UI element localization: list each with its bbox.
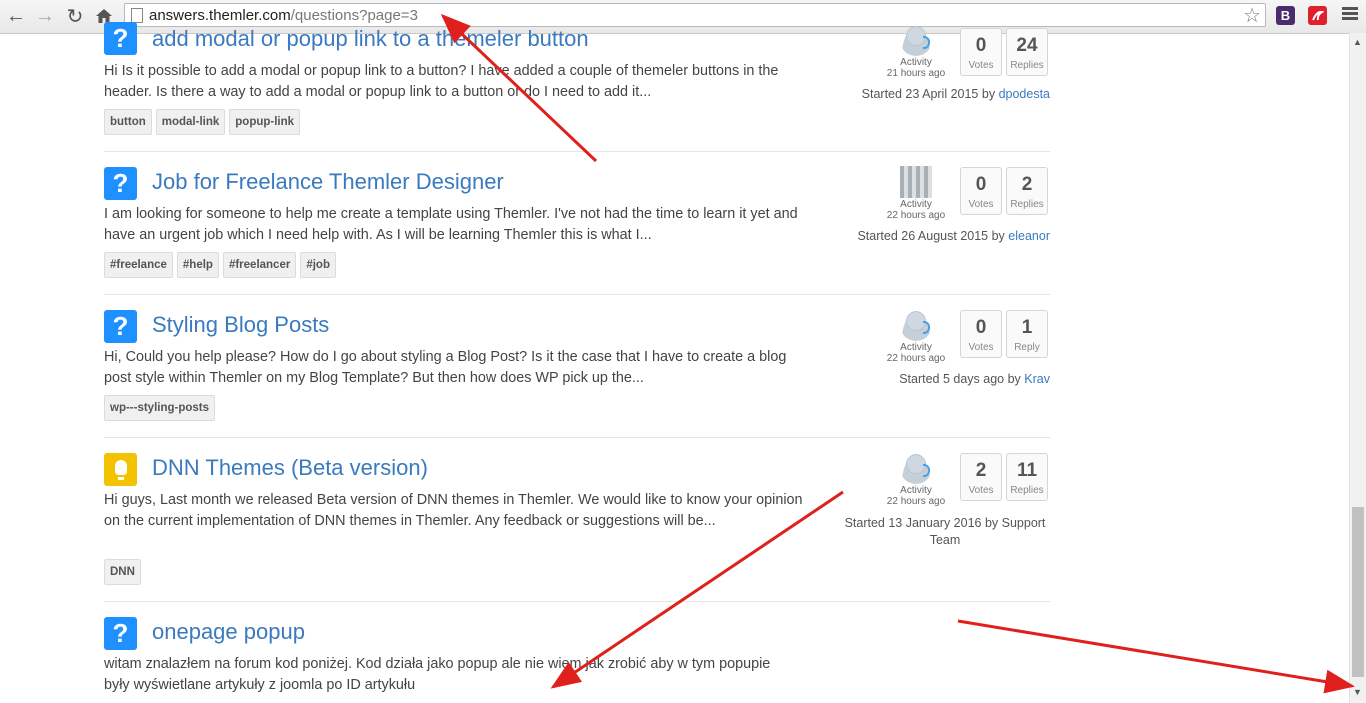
- votes-count: 0 Votes: [960, 310, 1002, 358]
- votes-number: 2: [975, 460, 987, 481]
- votes-label: Votes: [968, 60, 994, 71]
- topic-excerpt: witam znalazłem na forum kod poniżej. Ko…: [104, 656, 771, 693]
- tag[interactable]: button: [104, 109, 152, 135]
- votes-number: 0: [975, 35, 987, 56]
- activity: Activity 22 hours ago: [884, 309, 948, 364]
- replies-label: Reply: [1014, 342, 1040, 353]
- activity-label: Activity: [900, 342, 932, 353]
- topic-row: ? add modal or popup link to a themeler …: [104, 0, 1050, 152]
- votes-count: 0 Votes: [960, 28, 1002, 76]
- scroll-up-icon[interactable]: ▲: [1353, 37, 1362, 47]
- started-text: Started 26 August 2015 by: [857, 229, 1005, 243]
- started-text: Started 23 April 2015 by: [861, 87, 996, 101]
- activity: Activity 22 hours ago: [884, 452, 948, 507]
- activity: Activity 21 hours ago: [884, 24, 948, 79]
- lightbulb-icon: [104, 453, 137, 486]
- started-info: Started 23 April 2015 by dpodesta: [862, 87, 1050, 101]
- activity-label: Activity: [900, 485, 932, 496]
- activity-label: Activity: [900, 57, 932, 68]
- topic-excerpt: Hi guys, Last month we released Beta ver…: [104, 492, 803, 529]
- author-link[interactable]: eleanor: [1008, 229, 1050, 243]
- replies-count: 2 Replies: [1006, 167, 1048, 215]
- tag[interactable]: popup-link: [229, 109, 301, 135]
- started-text: Started 5 days ago by: [899, 372, 1021, 386]
- activity-time: 22 hours ago: [886, 353, 946, 364]
- tag[interactable]: #freelancer: [222, 252, 297, 278]
- started-info: Started 26 August 2015 by eleanor: [857, 229, 1050, 243]
- votes-count: 2 Votes: [960, 453, 1002, 501]
- activity-time: 22 hours ago: [886, 210, 946, 221]
- topic-excerpt: I am looking for someone to help me crea…: [104, 206, 798, 243]
- activity-label: Activity: [900, 199, 932, 210]
- started-info: Started 5 days ago by Krav: [899, 372, 1050, 386]
- votes-count: 0 Votes: [960, 167, 1002, 215]
- votes-number: 0: [975, 174, 987, 195]
- tag[interactable]: #job: [300, 252, 336, 278]
- author-link[interactable]: dpodesta: [999, 87, 1050, 101]
- replies-count: 1 Reply: [1006, 310, 1048, 358]
- topic-row: ? Job for Freelance Themler Designer I a…: [104, 152, 1050, 295]
- votes-label: Votes: [968, 199, 994, 210]
- topic-title[interactable]: add modal or popup link to a themeler bu…: [152, 26, 589, 52]
- tag-list: DNN: [104, 559, 141, 585]
- author-link[interactable]: Krav: [1024, 372, 1050, 386]
- arrow-right-icon[interactable]: →: [33, 4, 57, 28]
- tag[interactable]: #help: [176, 252, 219, 278]
- topic-title[interactable]: Styling Blog Posts: [152, 312, 329, 338]
- vertical-scrollbar[interactable]: ▲ ▼: [1349, 33, 1366, 703]
- arrow-left-icon[interactable]: ←: [4, 4, 28, 28]
- activity-time: 22 hours ago: [886, 496, 946, 507]
- tag-list: button modal-link popup-link: [104, 109, 301, 135]
- topic-row: ? Styling Blog Posts Hi, Could you help …: [104, 295, 1050, 438]
- avatar[interactable]: [900, 309, 932, 341]
- tag[interactable]: #freelance: [104, 252, 173, 278]
- replies-number: 2: [1021, 174, 1033, 195]
- topic-title[interactable]: onepage popup: [152, 619, 305, 645]
- replies-count: 11 Replies: [1006, 453, 1048, 501]
- reload-icon[interactable]: ↻: [63, 4, 87, 28]
- star-icon[interactable]: ☆: [1243, 3, 1261, 28]
- replies-count: 24 Replies: [1006, 28, 1048, 76]
- votes-label: Votes: [968, 485, 994, 496]
- topic-row: DNN Themes (Beta version) Hi guys, Last …: [104, 438, 1050, 602]
- extension-b-icon[interactable]: B: [1276, 6, 1295, 25]
- question-icon: ?: [104, 22, 137, 55]
- started-info: Started 13 January 2016 by Support Team: [844, 516, 1046, 547]
- hamburger-menu-icon[interactable]: [1342, 7, 1358, 23]
- replies-number: 11: [1016, 460, 1038, 481]
- avatar[interactable]: [900, 166, 932, 198]
- tag-list: wp---styling-posts: [104, 395, 216, 421]
- replies-number: 1: [1021, 317, 1033, 338]
- topic-excerpt: Hi Is it possible to add a modal or popu…: [104, 63, 779, 100]
- activity: Activity 22 hours ago: [884, 166, 948, 221]
- topic-excerpt: Hi, Could you help please? How do I go a…: [104, 349, 787, 386]
- question-icon: ?: [104, 617, 137, 650]
- votes-label: Votes: [968, 342, 994, 353]
- tag-list: #freelance #help #freelancer #job: [104, 252, 336, 278]
- replies-number: 24: [1016, 35, 1038, 56]
- avatar[interactable]: [900, 452, 932, 484]
- question-icon: ?: [104, 310, 137, 343]
- activity-time: 21 hours ago: [886, 68, 946, 79]
- topic-row: ? onepage popup witam znalazłem na forum…: [104, 602, 1050, 703]
- tag[interactable]: DNN: [104, 559, 141, 585]
- scrollbar-thumb[interactable]: [1352, 507, 1364, 677]
- tag[interactable]: modal-link: [155, 109, 226, 135]
- tag[interactable]: wp---styling-posts: [104, 395, 216, 421]
- topic-title[interactable]: Job for Freelance Themler Designer: [152, 169, 504, 195]
- replies-label: Replies: [1010, 60, 1044, 71]
- topic-title[interactable]: DNN Themes (Beta version): [152, 455, 428, 481]
- votes-number: 0: [975, 317, 987, 338]
- replies-label: Replies: [1010, 485, 1044, 496]
- scroll-down-icon[interactable]: ▼: [1353, 687, 1362, 697]
- extension-red-icon[interactable]: [1308, 6, 1327, 25]
- avatar[interactable]: [900, 24, 932, 56]
- replies-label: Replies: [1010, 199, 1044, 210]
- question-icon: ?: [104, 167, 137, 200]
